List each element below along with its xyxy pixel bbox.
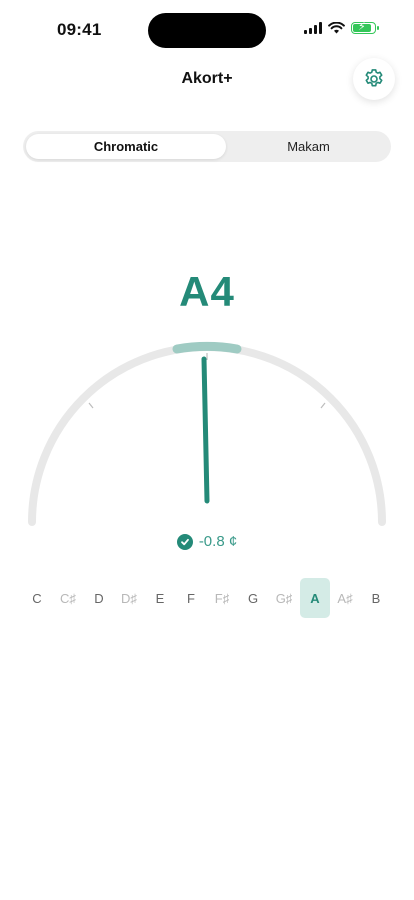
- mode-segmented-control: Chromatic Makam: [23, 131, 391, 162]
- note-e: E: [155, 590, 165, 606]
- gauge-tick-right: [320, 402, 326, 409]
- note-a-sharp: A♯: [337, 590, 353, 606]
- status-bar: 09:41 ⚡: [0, 0, 414, 60]
- settings-button[interactable]: [353, 58, 395, 100]
- status-time: 09:41: [57, 20, 102, 39]
- gauge-in-tune-zone: [172, 341, 242, 354]
- note-g-sharp: G♯: [275, 590, 293, 606]
- note-b: B: [371, 590, 381, 606]
- note-g: G: [247, 590, 259, 606]
- note-d-sharp: D♯: [121, 590, 137, 606]
- wifi-icon: [328, 22, 345, 34]
- cents-readout: -0.8 ¢: [0, 533, 414, 550]
- note-c: C: [32, 590, 42, 606]
- dynamic-island: [148, 13, 266, 48]
- note-strip: C C♯ D D♯ E F F♯ G G♯ A A♯ B: [22, 578, 392, 618]
- note-d: D: [94, 590, 104, 606]
- status-icons: ⚡: [304, 21, 379, 34]
- gear-icon: [365, 69, 383, 87]
- note-c-sharp: C♯: [60, 590, 76, 606]
- gauge-tick-left: [88, 402, 94, 409]
- mode-chromatic-tab[interactable]: Chromatic: [26, 134, 226, 159]
- note-f: F: [187, 590, 195, 606]
- in-tune-check-icon: [176, 533, 193, 550]
- cellular-signal-icon: [304, 22, 322, 34]
- note-a: A: [300, 578, 330, 618]
- battery-charging-icon: ⚡: [351, 21, 379, 34]
- detected-note: A4: [179, 268, 235, 315]
- note-f-sharp: F♯: [214, 590, 230, 606]
- cents-value: -0.8 ¢: [198, 533, 238, 550]
- tuning-gauge: [28, 341, 386, 526]
- app-title: Akort+: [181, 70, 233, 87]
- gauge-needle: [201, 356, 210, 504]
- mode-makam-tab[interactable]: Makam: [229, 134, 388, 159]
